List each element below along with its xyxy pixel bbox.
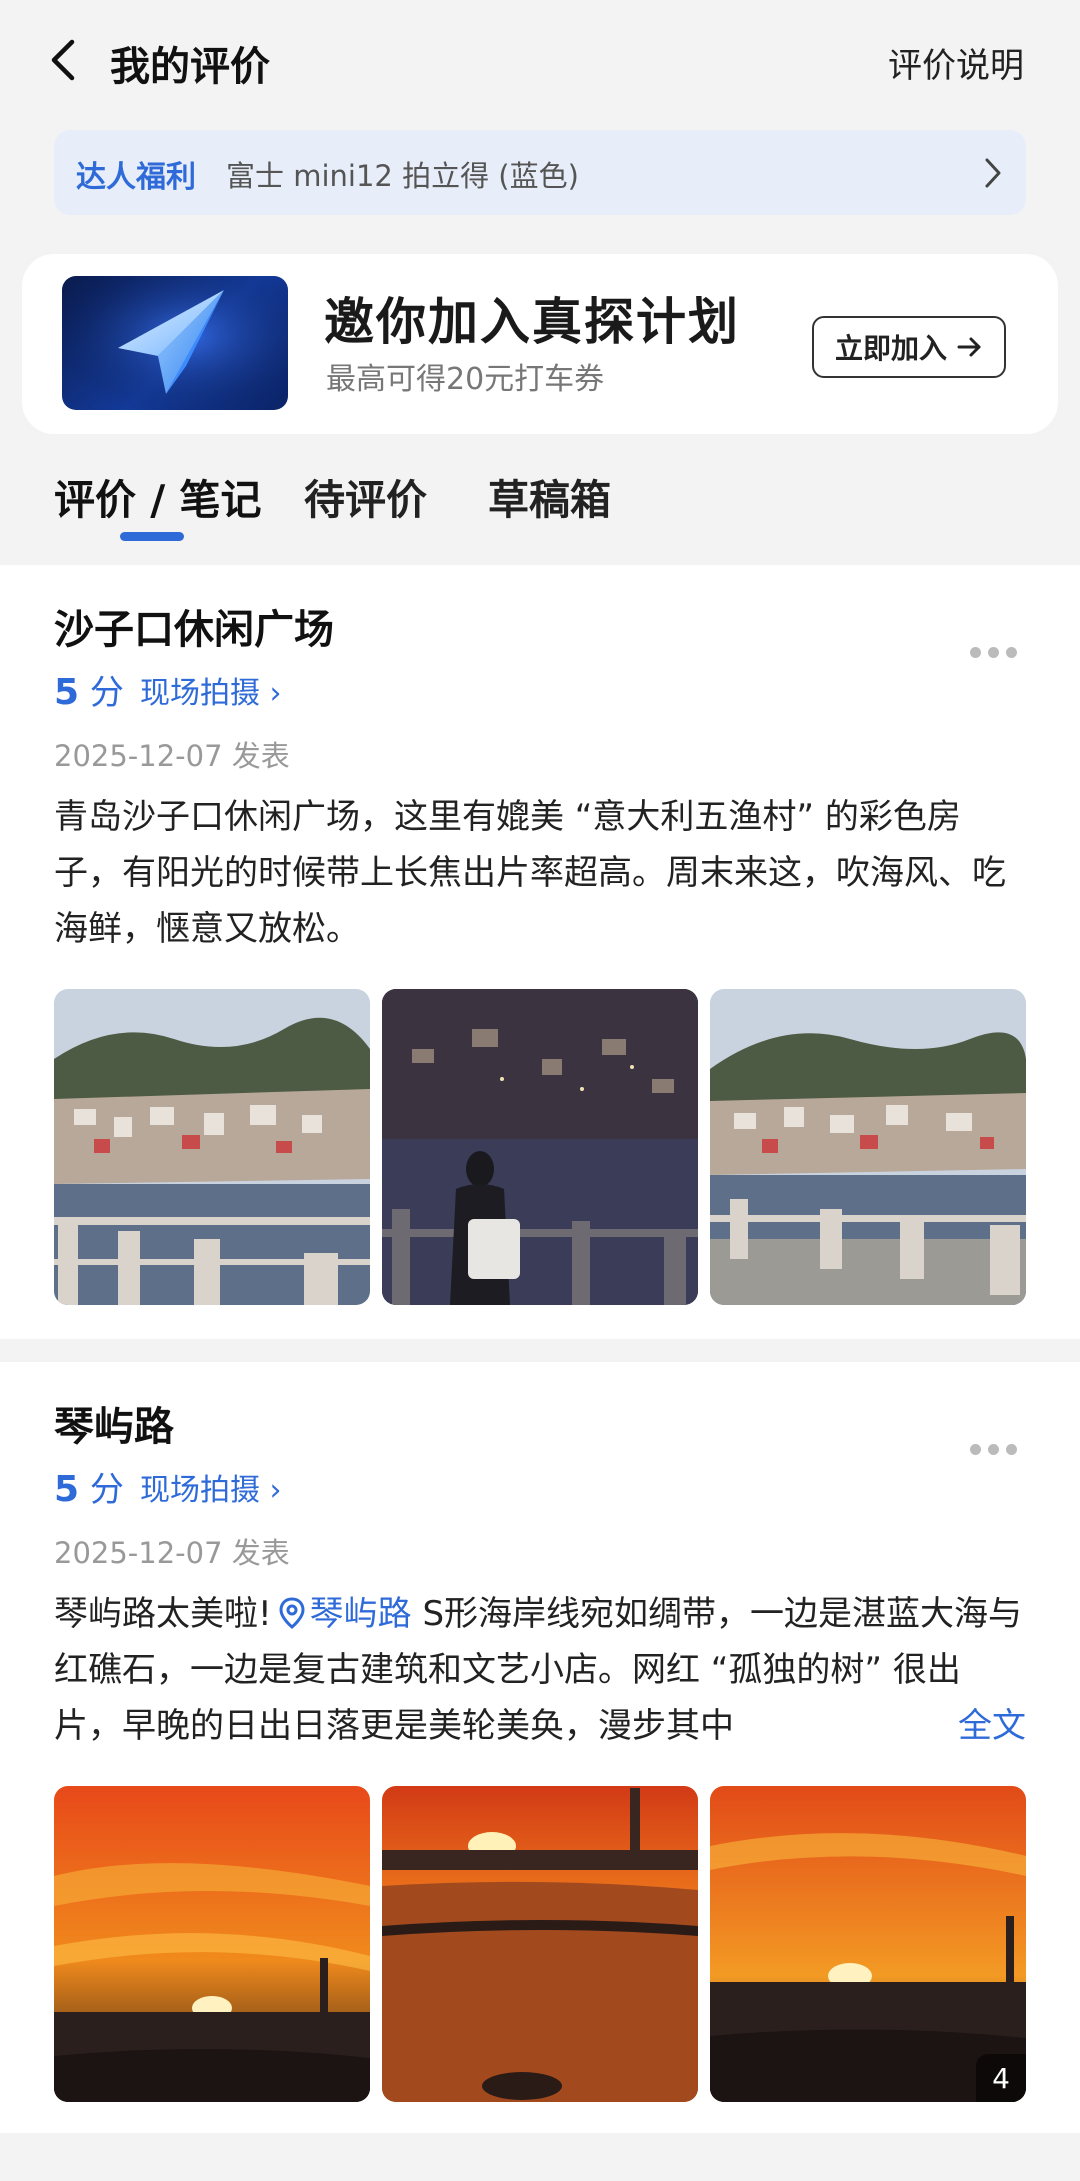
- place-name[interactable]: 沙子口休闲广场: [54, 597, 334, 655]
- review-photo[interactable]: [710, 989, 1026, 1305]
- review-text-start: 琴屿路太美啦!: [54, 1594, 272, 1634]
- review-card[interactable]: 沙子口休闲广场 5 分 现场拍摄 › 2025-12-07 发表 青岛沙子口休闲…: [0, 565, 1080, 1339]
- publish-date: 2025-12-07 发表: [54, 739, 290, 773]
- active-tab-indicator: [120, 532, 184, 541]
- page: 我的评价 评价说明 达人福利 富士 mini12 拍立得 (蓝色) 邀你加入真探…: [0, 0, 1080, 2181]
- review-photo[interactable]: 4: [710, 1786, 1026, 2102]
- paper-plane-image: [62, 276, 288, 410]
- tab-reviews-notes[interactable]: 评价 / 笔记: [54, 466, 262, 526]
- review-explain-link[interactable]: 评价说明: [888, 38, 1024, 87]
- tab-pending-review[interactable]: 待评价: [304, 466, 427, 526]
- expert-perk-banner[interactable]: 达人福利 富士 mini12 拍立得 (蓝色): [54, 130, 1026, 215]
- score-unit: 分: [89, 1470, 124, 1510]
- onsite-photo-tag[interactable]: 现场拍摄 ›: [140, 1465, 282, 1509]
- invite-card[interactable]: 邀你加入真探计划 最高可得20元打车券 立即加入: [22, 254, 1058, 434]
- place-name[interactable]: 琴屿路: [54, 1394, 174, 1452]
- publish-date: 2025-12-07 发表: [54, 1536, 290, 1570]
- arrow-right-icon: [957, 337, 981, 357]
- bottom-spacer: [0, 2133, 1080, 2181]
- score-value: 5: [54, 1469, 80, 1510]
- onsite-tag-label: 现场拍摄: [140, 1473, 260, 1508]
- review-photo[interactable]: [382, 1786, 698, 2102]
- invite-subtitle: 最高可得20元打车券: [326, 362, 605, 397]
- review-photo[interactable]: [382, 989, 698, 1305]
- invite-title: 邀你加入真探计划: [324, 293, 740, 351]
- onsite-tag-label: 现场拍摄: [140, 676, 260, 711]
- paper-plane-icon: [62, 276, 288, 410]
- perk-tag: 达人福利: [76, 160, 196, 195]
- top-bar: 我的评价 评价说明: [0, 0, 1080, 120]
- score: 5 分: [54, 1462, 124, 1511]
- more-options-icon[interactable]: [970, 645, 1018, 659]
- location-label: 琴屿路: [309, 1594, 412, 1634]
- score-unit: 分: [89, 673, 124, 713]
- chevron-right-icon: [985, 158, 1001, 188]
- review-card[interactable]: 琴屿路 5 分 现场拍摄 › 2025-12-07 发表 琴屿路太美啦! 琴屿路 …: [0, 1362, 1080, 2133]
- review-text[interactable]: 青岛沙子口休闲广场，这里有媲美 “意大利五渔村” 的彩色房子，有阳光的时候带上长…: [54, 789, 1026, 957]
- more-options-icon[interactable]: [970, 1442, 1018, 1456]
- chevron-right-icon: ›: [269, 676, 282, 711]
- chevron-right-icon: ›: [269, 1473, 282, 1508]
- review-photo[interactable]: [54, 1786, 370, 2102]
- review-photo[interactable]: [54, 989, 370, 1305]
- back-arrow-icon[interactable]: [44, 36, 84, 84]
- score-value: 5: [54, 672, 80, 713]
- location-link[interactable]: 琴屿路: [272, 1594, 412, 1634]
- tab-drafts[interactable]: 草稿箱: [488, 466, 611, 526]
- perk-text: 富士 mini12 拍立得 (蓝色): [226, 159, 579, 193]
- join-now-button[interactable]: 立即加入: [812, 316, 1006, 378]
- photo-count-badge: 4: [976, 2054, 1026, 2102]
- score: 5 分: [54, 665, 124, 714]
- review-text[interactable]: 琴屿路太美啦! 琴屿路 S形海岸线宛如绸带，一边是湛蓝大海与红礁石，一边是复古建筑…: [54, 1586, 1026, 1754]
- join-now-label: 立即加入: [834, 332, 947, 365]
- location-pin-icon: [279, 1597, 305, 1629]
- page-title: 我的评价: [110, 44, 270, 90]
- onsite-photo-tag[interactable]: 现场拍摄 ›: [140, 668, 282, 712]
- full-text-link[interactable]: 全文: [898, 1698, 1026, 1747]
